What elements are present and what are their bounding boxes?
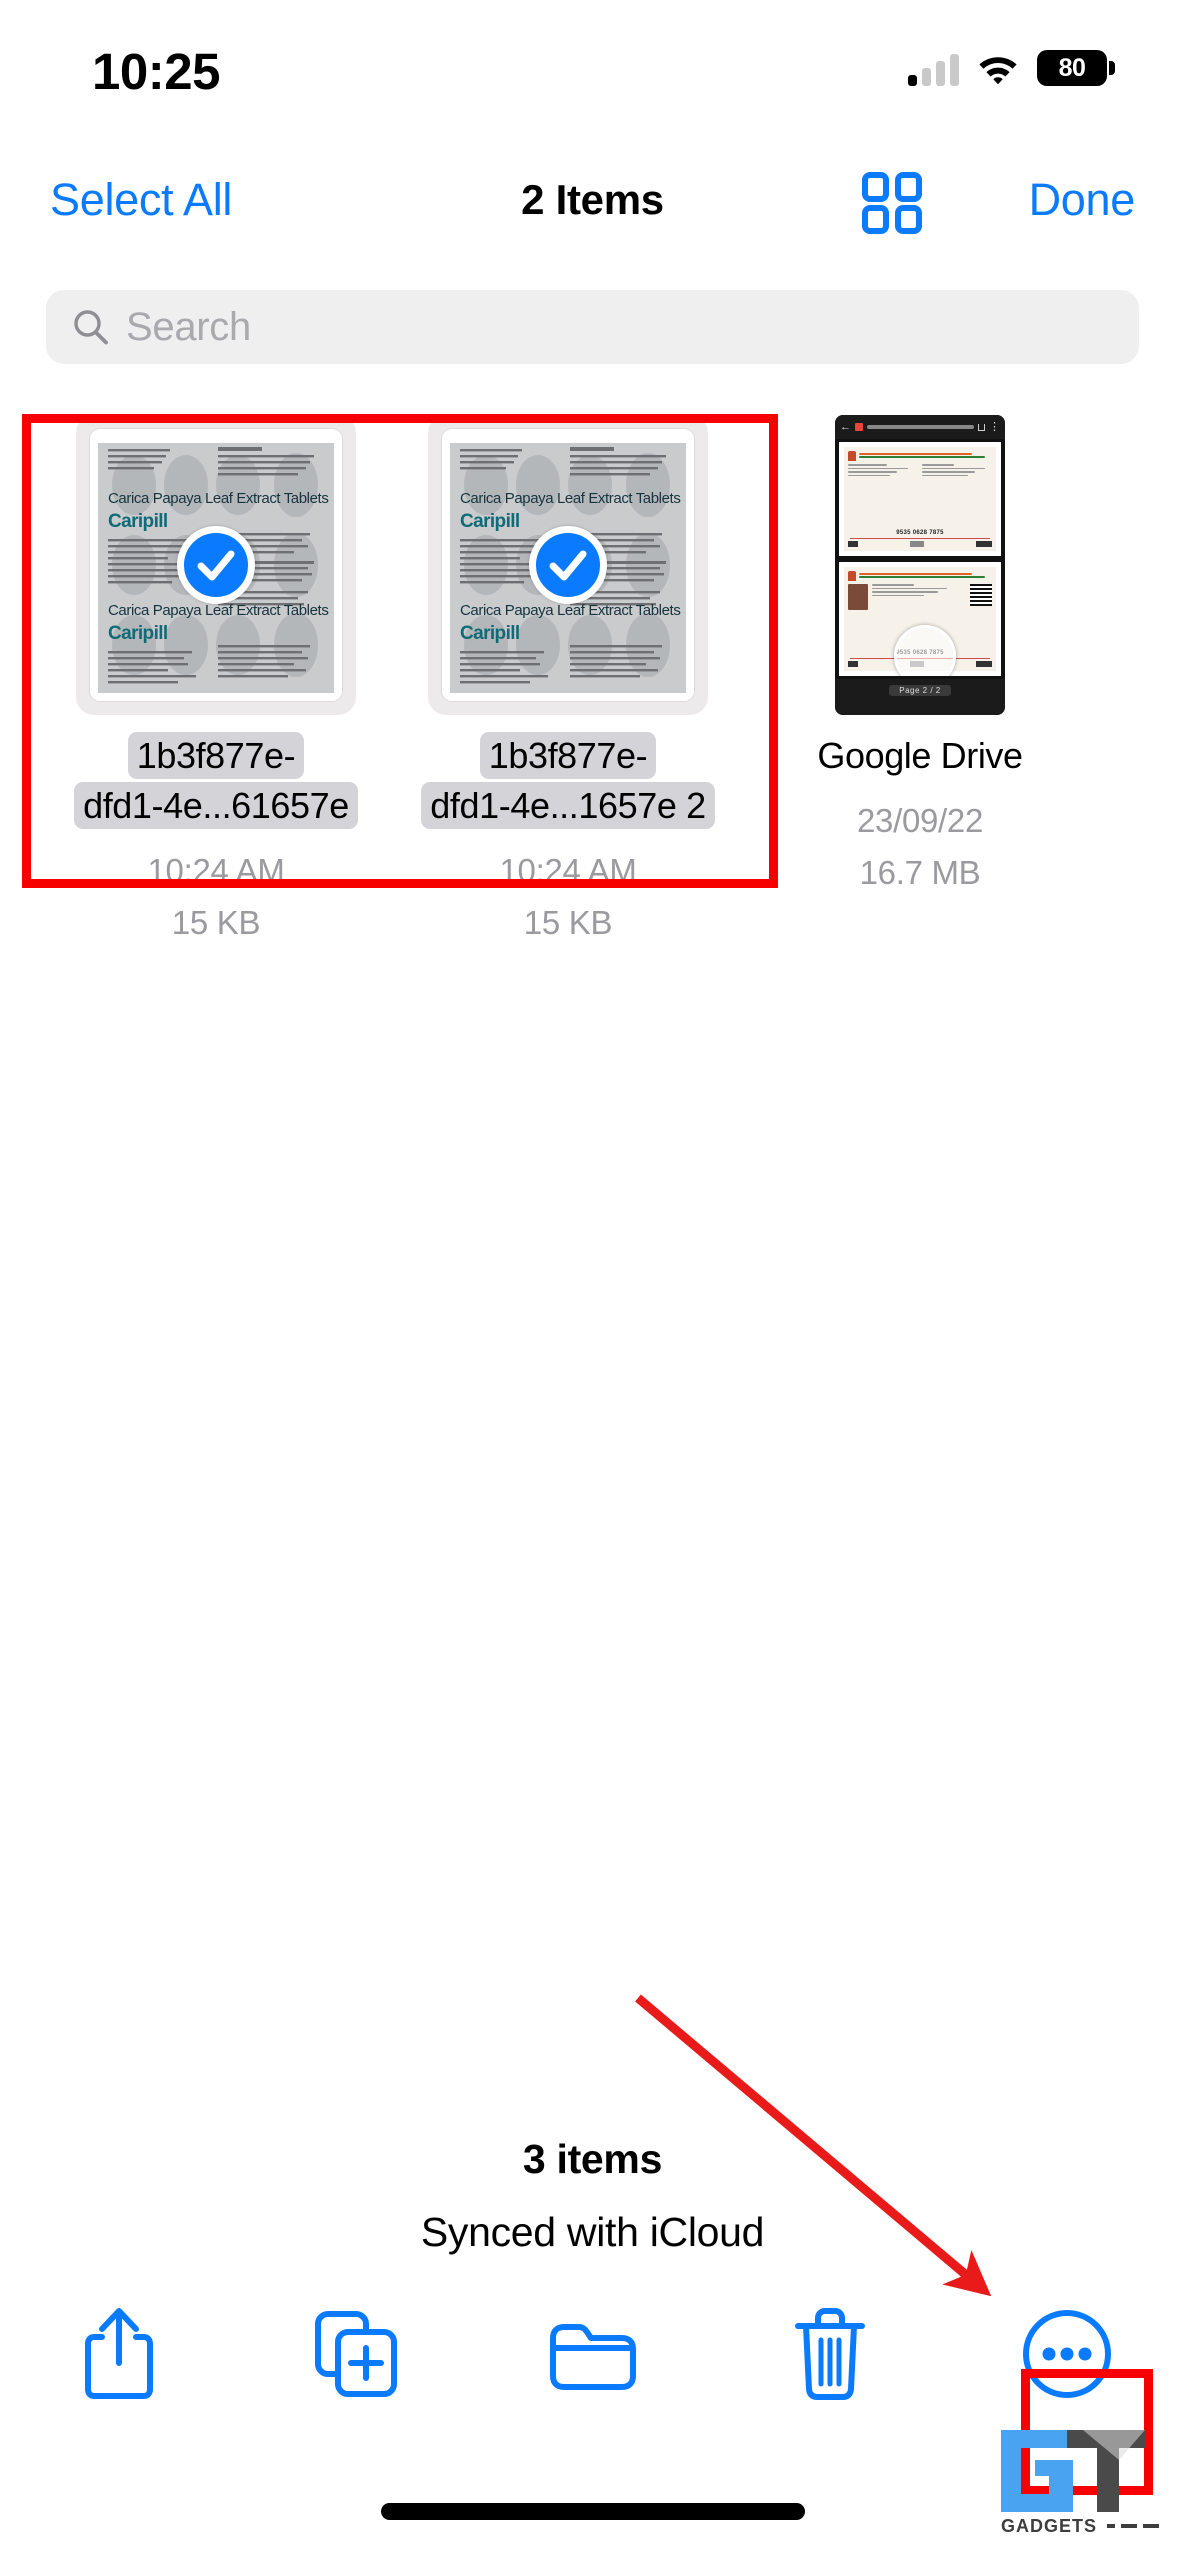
svg-text:Caripill: Caripill: [108, 623, 168, 644]
trash-icon: [794, 2308, 865, 2400]
more-button[interactable]: [948, 2308, 1185, 2400]
svg-text:Caripill: Caripill: [108, 511, 168, 532]
svg-text:Carica Papaya Leaf Extract Tab: Carica Papaya Leaf Extract Tablets: [460, 490, 680, 507]
file-grid: Carica Papaya Leaf Extract Tablets Carip…: [0, 415, 1185, 949]
selected-checkmark-icon: [529, 526, 607, 604]
sync-status-label: Synced with iCloud: [420, 2209, 765, 2255]
phone-screenshot-image: ← ⋮ 9535 0628 7875 Page 2 / 2: [835, 415, 1005, 715]
status-bar-indicators: 80: [908, 50, 1115, 86]
file-tile-selected-1[interactable]: Carica Papaya Leaf Extract Tablets Carip…: [40, 415, 392, 949]
file-date: 23/09/22: [856, 802, 984, 839]
screenshot-page-bottom: 9535 0628 7875: [839, 562, 1001, 676]
file-thumbnail[interactable]: Carica Papaya Leaf Extract Tablets Carip…: [428, 415, 708, 715]
share-icon: [84, 2308, 153, 2399]
move-to-folder-button[interactable]: [474, 2314, 711, 2394]
file-size: 16.7 MB: [859, 854, 981, 891]
svg-text:Carica Papaya Leaf Extract Tab: Carica Papaya Leaf Extract Tablets: [108, 602, 328, 619]
battery-percent-label: 80: [1058, 53, 1086, 82]
file-name-label: 1b3f877e- dfd1-4e...1657e 2: [418, 731, 718, 831]
done-button[interactable]: Done: [1029, 174, 1136, 226]
svg-text:Carica Papaya Leaf Extract Tab: Carica Papaya Leaf Extract Tablets: [460, 602, 680, 619]
file-size: 15 KB: [171, 904, 261, 941]
file-name-line-2: dfd1-4e...61657e: [74, 782, 358, 829]
screenshot-page-bar: Page 2 / 2: [835, 679, 1005, 701]
file-metadata: 10:24 AM 15 KB: [147, 845, 284, 949]
delete-button[interactable]: [711, 2306, 948, 2402]
file-metadata: 23/09/22 16.7 MB: [857, 795, 983, 899]
cellular-signal-icon: [908, 50, 959, 86]
file-name-line-2: dfd1-4e...1657e 2: [421, 782, 715, 829]
svg-text:GADGETS: GADGETS: [1001, 2516, 1097, 2536]
grid-view-icon[interactable]: [862, 172, 922, 234]
item-count-label: 3 items: [522, 2136, 663, 2182]
screenshot-app-bar: ← ⋮: [835, 415, 1005, 439]
bottom-toolbar: [0, 2284, 1185, 2424]
status-bar: 10:25 80: [0, 0, 1185, 130]
iphone-files-app-screen: 10:25 80 Select All 2 Items Done Search …: [0, 0, 1185, 2560]
battery-icon: 80: [1037, 50, 1115, 86]
file-name-label: Google Drive: [770, 731, 1070, 781]
file-metadata: 10:24 AM 15 KB: [499, 845, 636, 949]
file-name-line-1: 1b3f877e-: [479, 732, 657, 779]
duplicate-icon: [314, 2311, 397, 2397]
battery-tip: [1109, 61, 1115, 75]
search-icon: [74, 310, 108, 345]
file-date: 10:24 AM: [147, 852, 285, 889]
share-button[interactable]: [0, 2305, 237, 2403]
duplicate-button[interactable]: [237, 2308, 474, 2400]
svg-text:Carica Papaya Leaf Extract Tab: Carica Papaya Leaf Extract Tablets: [108, 490, 328, 507]
search-placeholder: Search: [126, 304, 251, 349]
svg-text:Caripill: Caripill: [460, 623, 520, 644]
folder-icon: [549, 2324, 636, 2390]
svg-text:Caripill: Caripill: [460, 511, 520, 532]
file-name-line-1: Google Drive: [817, 735, 1023, 776]
ellipsis-circle-icon: [1022, 2310, 1111, 2398]
status-bar-time: 10:25: [92, 43, 220, 100]
file-name-label: 1b3f877e- dfd1-4e...61657e: [66, 731, 366, 831]
footer-status: 3 items Synced with iCloud: [0, 2136, 1185, 2256]
file-tile-selected-2[interactable]: Carica Papaya Leaf Extract Tablets Carip…: [392, 415, 744, 949]
file-name-line-1: 1b3f877e-: [127, 732, 305, 779]
page-title: 2 Items: [521, 176, 664, 223]
file-date: 10:24 AM: [499, 852, 637, 889]
gt-gadgets-watermark: GADGETS: [1001, 2430, 1159, 2536]
file-thumbnail[interactable]: ← ⋮ 9535 0628 7875 Page 2 / 2: [780, 415, 1060, 715]
file-thumbnail[interactable]: Carica Papaya Leaf Extract Tablets Carip…: [76, 415, 356, 715]
screenshot-page-top: 9535 0628 7875: [839, 442, 1001, 556]
file-tile-google-drive[interactable]: ← ⋮ 9535 0628 7875 Page 2 / 2 Google Dri…: [744, 415, 1096, 949]
search-field[interactable]: Search: [46, 290, 1139, 364]
home-indicator: [380, 2503, 805, 2520]
wifi-icon: [979, 57, 1017, 85]
selected-checkmark-icon: [177, 526, 255, 604]
file-size: 15 KB: [523, 904, 613, 941]
navigation-bar: Select All 2 Items Done: [0, 160, 1185, 270]
